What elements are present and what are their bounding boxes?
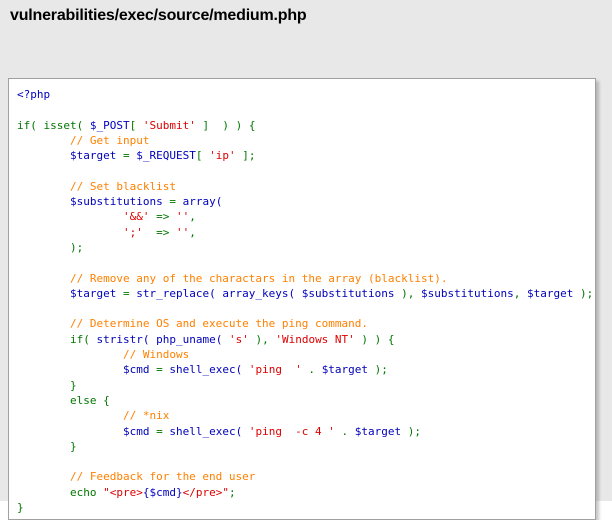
code-token: stristr(	[96, 332, 157, 346]
code-token: {$cmd}	[142, 485, 183, 499]
code-token: ';'	[122, 225, 143, 239]
source-code-box: <?php if( isset( $_POST[ 'Submit' ] ) ) …	[8, 78, 596, 520]
code-token: echo	[17, 485, 104, 499]
code-token: }	[17, 501, 24, 515]
code-token: </pre>"	[182, 485, 229, 499]
code-token: $_REQUEST	[136, 149, 196, 163]
code-token: array(	[182, 195, 223, 209]
code-token: $target	[354, 424, 402, 438]
code-token: // *nix	[17, 409, 170, 423]
code-token: $target	[69, 149, 117, 163]
page-title: vulnerabilities/exec/source/medium.php	[10, 7, 307, 24]
code-token: =	[162, 195, 183, 209]
code-token: }	[17, 378, 77, 392]
code-token: shell_exec(	[169, 424, 249, 438]
code-token: }	[17, 439, 77, 453]
code-token: 'Windows NT'	[275, 332, 355, 346]
code-token: $target	[69, 286, 117, 300]
code-scroll-area[interactable]: <?php if( isset( $_POST[ 'Submit' ] ) ) …	[9, 79, 595, 519]
code-token: =>	[142, 225, 176, 239]
code-token: .	[301, 363, 322, 377]
code-token: $substitutions	[301, 286, 395, 300]
code-token: else {	[17, 393, 110, 407]
code-token: );	[368, 363, 388, 377]
code-token: "<pre>	[103, 485, 143, 499]
code-token: shell_exec(	[169, 363, 249, 377]
code-token: 'ip'	[209, 149, 236, 163]
code-token: $cmd	[122, 424, 150, 438]
code-token: $_POST	[89, 118, 130, 132]
code-token: [	[129, 118, 143, 132]
code-token: // Get input	[17, 133, 150, 147]
code-token: ,	[513, 286, 527, 300]
code-token: // Set blacklist	[17, 179, 176, 193]
code-token: $substitutions	[69, 195, 163, 209]
code-token: $cmd	[122, 363, 150, 377]
code-token: ),	[394, 286, 422, 300]
code-token: ) ) {	[354, 332, 395, 346]
code-token: ,	[189, 225, 196, 239]
code-token: ];	[235, 149, 256, 163]
code-token: [	[195, 149, 210, 163]
code-token: // Remove any of the charactars in the a…	[17, 271, 448, 285]
code-token: ''	[175, 210, 190, 224]
code-token: // Feedback for the end user	[17, 470, 256, 484]
header-bar: vulnerabilities/exec/source/medium.php	[0, 0, 612, 36]
page-root: vulnerabilities/exec/source/medium.php <…	[0, 0, 612, 520]
code-token: 'Submit'	[142, 118, 196, 132]
code-token: // Determine OS and execute the ping com…	[17, 317, 368, 331]
code-token: ,	[189, 210, 196, 224]
code-token: );	[401, 424, 422, 438]
code-token: php_uname(	[156, 332, 229, 346]
code-token: ;	[228, 485, 236, 499]
code-token: // Windows	[17, 348, 190, 362]
code-token: 'ping -c 4 '	[248, 424, 335, 438]
code-token: $substitutions	[421, 286, 514, 300]
code-token: '&&'	[122, 210, 150, 224]
code-token: <?php	[17, 88, 51, 101]
code-token: 's'	[228, 332, 249, 346]
code-token: =	[116, 149, 137, 163]
code-token: str_replace(	[136, 286, 223, 300]
code-token: 'ping '	[248, 363, 302, 377]
code-token: );	[17, 240, 84, 254]
code-token: if(	[17, 332, 97, 346]
code-token: .	[334, 424, 355, 438]
code-token: ),	[248, 332, 276, 346]
code-token: if(	[17, 118, 44, 132]
code-token: ''	[175, 225, 190, 239]
code-token: ] ) ) {	[195, 118, 256, 132]
code-token: $target	[526, 286, 574, 300]
code-token: =>	[149, 210, 176, 224]
code-token: =	[149, 424, 170, 438]
code-token: =	[149, 363, 170, 377]
source-panel-region: <?php if( isset( $_POST[ 'Submit' ] ) ) …	[0, 36, 612, 520]
code-token: =	[116, 286, 137, 300]
php-source-code: <?php if( isset( $_POST[ 'Submit' ] ) ) …	[9, 79, 595, 519]
code-token: array_keys(	[222, 286, 302, 300]
code-token: $target	[321, 363, 369, 377]
code-token: isset(	[43, 118, 90, 132]
code-token: );	[573, 286, 594, 300]
